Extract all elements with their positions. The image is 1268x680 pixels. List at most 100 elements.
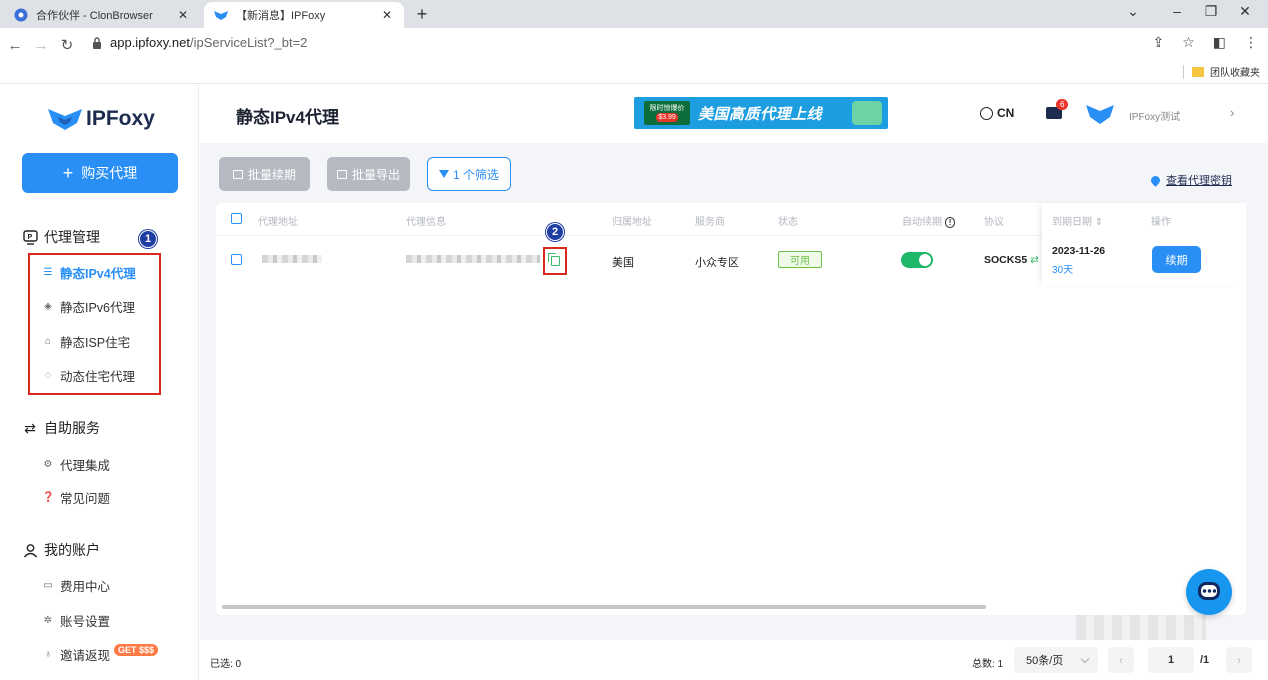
batch-export-button[interactable]: 批量导出 (327, 157, 410, 191)
sidebar-item-billing[interactable]: ▭ 费用中心 (42, 576, 110, 595)
page-number-input[interactable]: 1 (1148, 647, 1194, 673)
close-window-icon[interactable]: ✕ (1230, 3, 1260, 20)
sidebar-item-label: 邀请返现 (60, 649, 111, 663)
link-label: 查看代理密钥 (1166, 175, 1232, 187)
view-proxy-key-link[interactable]: 查看代理密钥 (1149, 172, 1232, 188)
sidebar-item-referral[interactable]: ♁ 邀请返现 GET $$$ (42, 643, 159, 664)
tab-title: 【新消息】IPFoxy (236, 10, 326, 22)
refresh-icon: ◌ (45, 370, 51, 381)
row-checkbox[interactable] (231, 254, 242, 265)
section-label: 自助服务 (44, 420, 100, 436)
select-all-checkbox[interactable] (231, 213, 242, 224)
page-size-select[interactable]: 50条/页 (1014, 647, 1098, 673)
chevron-right-icon[interactable]: › (1230, 105, 1234, 120)
swap-icon: ⇄ (24, 419, 36, 436)
language-switcher[interactable]: CN (980, 106, 1014, 120)
sidebar-item-integration[interactable]: ⚙ 代理集成 (42, 455, 111, 474)
buy-button-label: 购买代理 (81, 165, 138, 181)
tab-search-chevron-icon[interactable]: ⌄ (1118, 3, 1148, 20)
minimize-icon[interactable]: – (1162, 3, 1192, 19)
new-tab-icon[interactable]: + (412, 4, 432, 25)
close-tab-icon[interactable]: ✕ (380, 8, 394, 22)
column-header-status: 状态 (778, 217, 798, 228)
gear-icon: ⚙ (43, 459, 53, 470)
reload-icon[interactable]: ↻ (56, 36, 78, 54)
fox-logo-icon (48, 109, 82, 130)
restore-icon[interactable]: ❐ (1196, 3, 1226, 20)
browser-tab-ipfoxy[interactable]: 【新消息】IPFoxy ✕ (204, 2, 404, 28)
calendar-icon (232, 169, 243, 179)
prev-page-button[interactable]: ‹ (1108, 647, 1134, 673)
copy-button[interactable] (543, 247, 567, 275)
sidebar-item-static-ipv6[interactable]: ◈ 静态IPv6代理 (42, 297, 135, 316)
browser-tab-clonbrowser[interactable]: 合作伙伴 - ClonBrowser ✕ (4, 2, 200, 28)
settings-icon: ✲ (43, 615, 53, 626)
column-header-address: 代理地址 (258, 217, 298, 228)
forward-icon[interactable]: → (30, 37, 52, 54)
side-panel-icon[interactable]: ◧ (1213, 34, 1226, 51)
close-tab-icon[interactable]: ✕ (176, 8, 190, 22)
main-content: 静态IPv4代理 限时惊爆价 $3.99 美国高质代理上线 CN 6 IPFox… (200, 85, 1268, 680)
sidebar-item-label: 费用中心 (60, 580, 111, 594)
copy-icon (547, 253, 560, 266)
batch-renew-button[interactable]: 批量续期 (219, 157, 310, 191)
annotation-marker-1: 1 (139, 230, 157, 248)
promo-banner[interactable]: 限时惊爆价 $3.99 美国高质代理上线 (634, 97, 888, 129)
chevron-down-icon (1080, 654, 1090, 664)
section-self-service[interactable]: ⇄ 自助服务 (22, 418, 100, 438)
proxy-management-icon: P (22, 229, 38, 245)
price-tag: 限时惊爆价 $3.99 (644, 101, 690, 125)
bookmark-star-icon[interactable]: ☆ (1182, 34, 1195, 51)
auto-renew-toggle[interactable] (901, 252, 933, 268)
sidebar-item-label: 代理集成 (60, 459, 111, 473)
bookmark-folder[interactable]: 团队收藏夹 (1183, 64, 1260, 79)
share-icon[interactable]: ⇪ (1152, 34, 1164, 51)
back-icon[interactable]: ← (4, 37, 26, 54)
sidebar-item-account-settings[interactable]: ✲ 账号设置 (42, 611, 110, 630)
avatar[interactable] (1086, 103, 1114, 128)
provider-cell: 小众专区 (695, 257, 739, 269)
browser-tab-bar: 合作伙伴 - ClonBrowser ✕ 【新消息】IPFoxy ✕ + ⌄ –… (0, 0, 1268, 28)
filter-icon (438, 170, 449, 178)
filter-button[interactable]: 1 个筛选 (427, 157, 511, 191)
globe-icon (980, 106, 993, 120)
buy-proxy-button[interactable]: + 购买代理 (22, 153, 178, 193)
column-header-protocol: 协议 (984, 217, 1004, 228)
horizontal-scrollbar[interactable] (222, 605, 986, 609)
next-page-button[interactable]: › (1226, 647, 1252, 673)
ipfoxy-logo[interactable]: IPFoxy (48, 107, 155, 131)
column-header-actions: 操作 (1151, 217, 1171, 228)
chat-support-button[interactable] (1186, 569, 1232, 615)
expiry-date: 2023-11-26 (1052, 245, 1106, 257)
status-badge: 可用 (778, 251, 822, 268)
location-pin-icon (1149, 173, 1162, 187)
switch-protocol-icon[interactable]: ⇄ (1030, 254, 1039, 266)
money-bag-icon: ♁ (44, 649, 52, 660)
sidebar-item-static-isp[interactable]: ⌂ 静态ISP住宅 (42, 332, 130, 351)
get-money-badge: GET $$$ (114, 643, 159, 656)
url-field[interactable]: app.ipfoxy.net/ipServiceList?_bt=2 (92, 35, 307, 50)
renew-button[interactable]: 续期 (1152, 246, 1201, 273)
plus-icon: + (62, 162, 74, 183)
sidebar-item-static-ipv4[interactable]: ☰ 静态IPv4代理 (42, 263, 136, 282)
annotation-marker-2: 2 (546, 223, 564, 241)
layers-icon: ◈ (44, 301, 52, 312)
section-proxy-management[interactable]: P 代理管理 (22, 227, 100, 247)
fixed-columns: 到期日期 ⇕ 操作 2023-11-26 30天 (1042, 203, 1246, 285)
section-my-account[interactable]: 我的账户 (22, 540, 100, 560)
message-count-badge: 6 (1056, 99, 1069, 110)
url-path: /ipServiceList?_bt=2 (189, 35, 308, 50)
sidebar-item-label: 账号设置 (60, 615, 111, 629)
list-icon: ☰ (43, 267, 53, 278)
sidebar-item-dynamic-residential[interactable]: ◌ 动态住宅代理 (42, 366, 135, 385)
column-header-expiry[interactable]: 到期日期 ⇕ (1052, 213, 1103, 228)
username[interactable]: IPFoxy测试 (1129, 108, 1180, 123)
browser-menu-icon[interactable]: ⋮ (1244, 34, 1258, 51)
column-header-info: 代理信息 (406, 217, 446, 228)
divider (1183, 64, 1184, 79)
proxy-table: 代理地址 代理信息 归属地址 服务商 状态 自动续期 ! 协议 到期日期 ⇕ 操… (216, 203, 1246, 615)
button-label: 批量续期 (247, 167, 296, 182)
selected-count: 已选: 0 (210, 659, 242, 670)
sidebar-item-faq[interactable]: ❓ 常见问题 (42, 488, 110, 507)
logo-text: IPFoxy (86, 107, 155, 130)
